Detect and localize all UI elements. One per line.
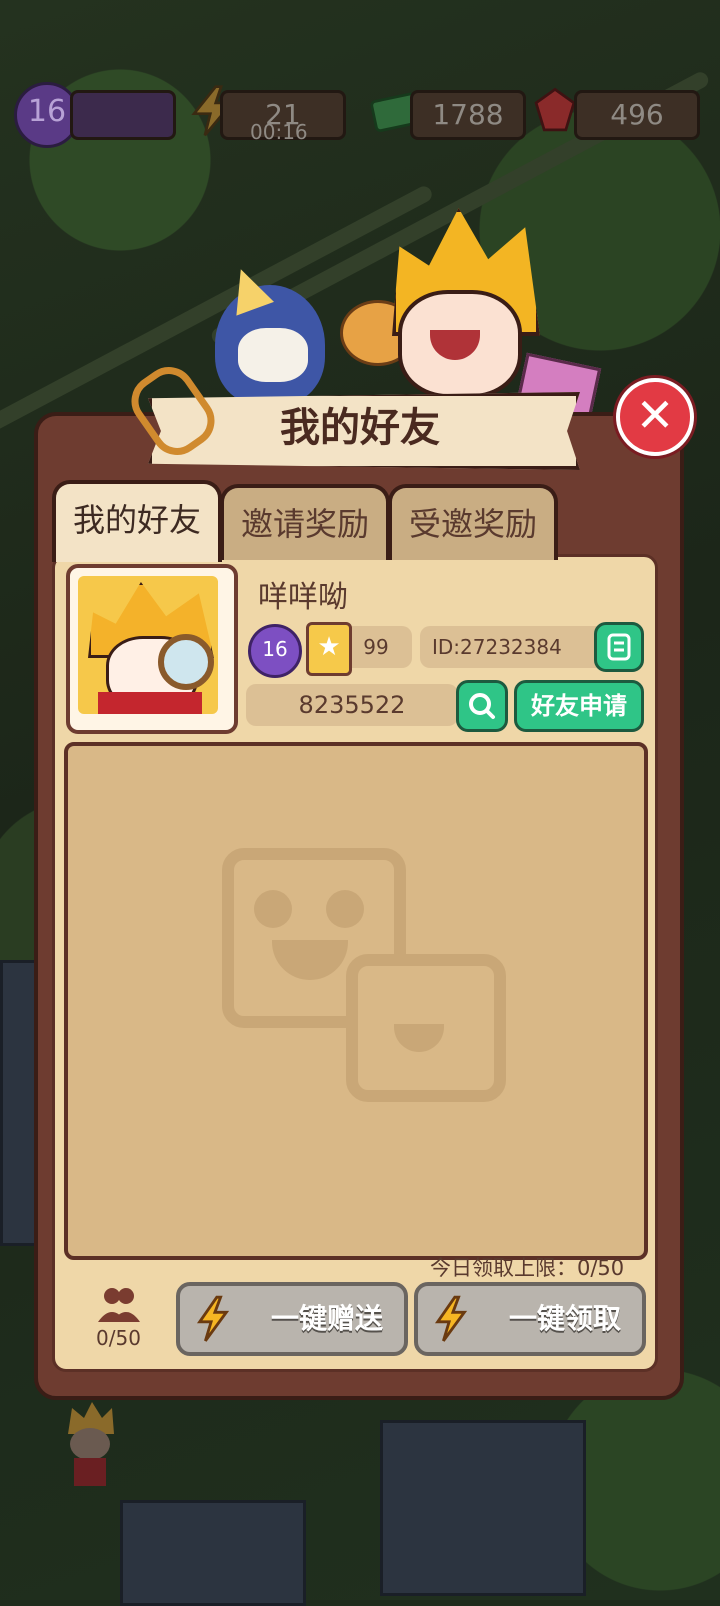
player-nickname: 咩咩呦 [258,580,348,615]
search-input[interactable]: 8235522 [246,684,458,726]
gems-value[interactable]: 496 [574,90,700,140]
friend-count: 0/50 [96,1326,141,1350]
send-all-label: 一键赠送 [270,1302,383,1335]
star-card-icon: ★ [306,622,352,676]
avatar[interactable] [78,576,218,714]
empty-placeholder-icon-small [346,954,506,1102]
daily-claim-limit: 今日领取上限：0/50 [430,1256,625,1280]
cat-mascot-face [238,328,308,382]
friend-request-button[interactable]: 好友申请 [514,680,644,732]
level-badge: 16 [248,624,302,678]
player-id: ID:27232384 [420,626,610,668]
close-icon: ✕ [635,388,675,442]
magnifier-icon [158,634,214,690]
resource-bar: 16 21 00:16 1788 496 [10,82,710,148]
send-all-button[interactable]: 一键赠送 [176,1282,408,1356]
energy-timer: 00:16 [250,120,308,144]
friends-icon [98,1288,140,1322]
tab-invite-rewards[interactable]: 邀请奖励 [220,484,390,560]
close-button[interactable]: ✕ [616,378,694,456]
tab-invited-rewards[interactable]: 受邀奖励 [388,484,558,560]
npc-character [68,1402,114,1486]
search-button[interactable] [456,680,508,732]
tab-my-friends[interactable]: 我的好友 [52,480,222,562]
claim-all-label: 一键领取 [508,1302,621,1335]
cash-value[interactable]: 1788 [410,90,526,140]
lightning-icon [434,1295,468,1342]
search-icon [469,693,495,719]
lightning-icon [196,1295,230,1342]
xp-bar [70,90,176,140]
claim-all-button[interactable]: 一键领取 [414,1282,646,1356]
copy-id-button[interactable] [594,622,644,672]
copy-icon [607,633,631,661]
